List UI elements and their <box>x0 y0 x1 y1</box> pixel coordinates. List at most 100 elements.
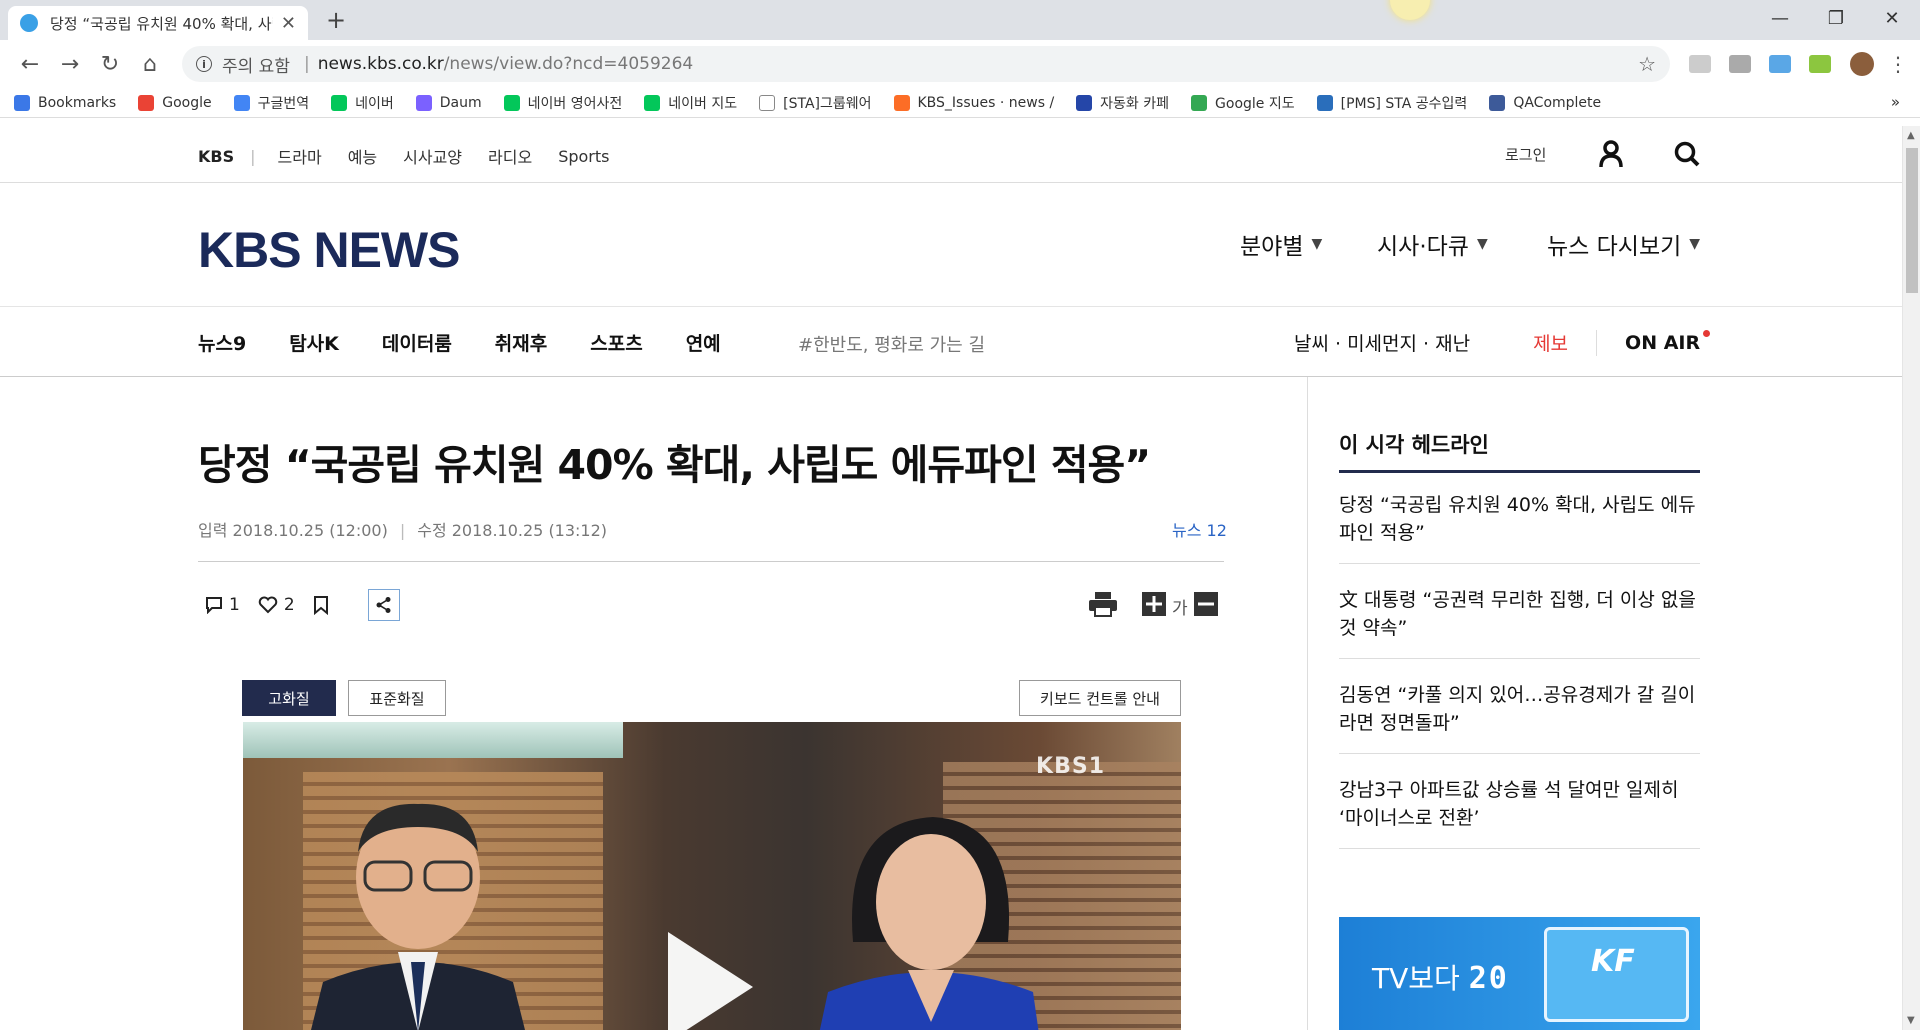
nav-link-entertainment[interactable]: 예능 <box>348 144 377 168</box>
scroll-up-icon[interactable]: ▲ <box>1907 130 1915 141</box>
bookmark-item[interactable]: 네이버 지도 <box>644 93 737 113</box>
user-icon[interactable] <box>1598 140 1624 172</box>
play-icon[interactable] <box>668 932 753 1030</box>
browser-tab[interactable]: 당정 “국공립 유치원 40% 확대, 사립도 에듀파인 적용” - KBS 뉴… <box>8 6 308 40</box>
page-scrollbar[interactable]: ▲ ▼ <box>1902 126 1920 1030</box>
bookmark-star-icon[interactable]: ☆ <box>1638 52 1656 76</box>
forward-icon[interactable]: → <box>52 46 88 82</box>
ad-text: TV보다 20 <box>1372 961 1509 996</box>
heart-icon <box>258 596 278 614</box>
bookmark-item[interactable]: 네이버 <box>331 93 394 113</box>
bookmarks-bar: Bookmarks Google 구글번역 네이버 Daum 네이버 영어사전 네이버 지도… <box>0 88 1920 118</box>
address-bar[interactable]: i 주의 요함 | news.kbs.co.kr/news/view.do?nc… <box>182 46 1670 82</box>
bookmark-label: [STA]그룹웨어 <box>783 95 872 112</box>
headline-item[interactable]: 강남3구 아파트값 상승률 석 달여만 일제히 ‘마이너스로 전환’ <box>1339 776 1700 849</box>
menu-replay[interactable]: 뉴스 다시보기 ▼ <box>1547 227 1700 261</box>
chevron-down-icon: ▼ <box>1311 236 1323 252</box>
home-icon[interactable]: ⌂ <box>132 46 168 82</box>
bookmark-item[interactable]: Bookmarks <box>14 94 116 111</box>
onair-link[interactable]: ON AIR <box>1625 329 1711 354</box>
quality-hd-button[interactable]: 고화질 <box>242 680 336 716</box>
extension-icon-4[interactable] <box>1809 55 1831 73</box>
url-text[interactable]: news.kbs.co.kr/news/view.do?ncd=4059264 <box>318 54 1638 74</box>
bookmark-item[interactable]: QAComplete <box>1489 94 1601 111</box>
kbs-news-logo[interactable]: KBS NEWS <box>198 221 460 279</box>
print-icon[interactable] <box>1088 591 1118 621</box>
weather-link[interactable]: 날씨 · 미세먼지 · 재난 <box>1294 329 1470 356</box>
bookmark-item[interactable]: KBS_Issues · news / <box>893 94 1054 111</box>
extension-icon-3[interactable] <box>1769 55 1791 73</box>
scrollbar-thumb[interactable] <box>1906 148 1918 293</box>
headline-item[interactable]: 당정 “국공립 유치원 40% 확대, 사립도 에듀파인 적용” <box>1339 491 1700 564</box>
close-tab-icon[interactable]: ✕ <box>281 13 296 34</box>
report-link[interactable]: 제보 <box>1533 329 1568 356</box>
bookmark-label: 네이버 <box>355 95 394 112</box>
subnav-tamsak[interactable]: 탐사K <box>289 329 339 356</box>
bookmark-item[interactable]: [PMS] STA 공수입력 <box>1316 93 1467 113</box>
bookmark-item[interactable]: Google 지도 <box>1191 93 1295 113</box>
restore-icon[interactable]: ❐ <box>1808 0 1864 36</box>
video-person-right <box>819 817 1039 1030</box>
nav-link-sports[interactable]: Sports <box>558 147 609 166</box>
new-tab-icon[interactable]: + <box>326 6 346 34</box>
news-category-link[interactable]: 뉴스 12 <box>1172 517 1227 541</box>
nav-link-radio[interactable]: 라디오 <box>488 144 532 168</box>
hashtag-link[interactable]: #한반도, 평화로 가는 길 <box>798 331 985 357</box>
nav-link-drama[interactable]: 드라마 <box>278 144 322 168</box>
bookmark-button[interactable] <box>313 595 335 615</box>
bookmark-item[interactable]: 구글번역 <box>233 93 309 113</box>
bookmark-label: 네이버 영어사전 <box>527 95 623 112</box>
back-icon[interactable]: ← <box>12 46 48 82</box>
comment-icon <box>206 597 222 614</box>
font-size-label: 가 <box>1172 598 1188 619</box>
font-increase-icon[interactable] <box>1142 592 1166 620</box>
keyboard-guide-button[interactable]: 키보드 컨트롤 안내 <box>1019 680 1181 716</box>
search-icon[interactable] <box>1673 140 1701 172</box>
headline-item[interactable]: 김동연 “카풀 의지 있어…공유경제가 갈 길이라면 정면돌파” <box>1339 681 1700 754</box>
bookmark-item[interactable]: 자동화 카페 <box>1076 93 1169 113</box>
page-viewport: KBS | 드라마 예능 시사교양 라디오 Sports 로그인 KBS NEW… <box>0 126 1902 1030</box>
scroll-down-icon[interactable]: ▼ <box>1907 1015 1915 1026</box>
bookmarks-more-icon[interactable]: » <box>1891 93 1900 111</box>
subnav-dataroom[interactable]: 데이터룸 <box>382 329 452 356</box>
like-button[interactable]: 2 <box>258 595 295 615</box>
video-player[interactable]: KBS1 <box>243 722 1181 1030</box>
reload-icon[interactable]: ↻ <box>92 46 128 82</box>
comment-button[interactable]: 1 <box>205 595 240 615</box>
quality-sd-button[interactable]: 표준화질 <box>348 680 446 716</box>
chevron-down-icon: ▼ <box>1476 236 1488 252</box>
extension-icon-2[interactable] <box>1729 55 1751 73</box>
sun-decoration <box>1390 0 1430 20</box>
article-title: 당정 “국공립 유치원 40% 확대, 사립도 에듀파인 적용” <box>198 441 1151 489</box>
share-button[interactable] <box>367 589 400 621</box>
bookmark-item[interactable]: 네이버 영어사전 <box>503 93 623 113</box>
subnav-news9[interactable]: 뉴스9 <box>198 329 246 356</box>
translate-icon <box>233 94 250 111</box>
bookmark-item[interactable]: Google <box>138 94 212 111</box>
menu-category[interactable]: 분야별 ▼ <box>1240 227 1322 261</box>
extension-icon-1[interactable] <box>1689 55 1711 73</box>
sidebar-heading: 이 시각 헤드라인 <box>1339 433 1489 457</box>
bookmark-item[interactable]: [STA]그룹웨어 <box>759 93 872 113</box>
close-window-icon[interactable]: ✕ <box>1864 0 1920 36</box>
nav-link-culture[interactable]: 시사교양 <box>403 144 462 168</box>
minimize-icon[interactable]: — <box>1752 0 1808 36</box>
kf-advertisement-banner[interactable]: TV보다 20 KF <box>1339 917 1700 1030</box>
menu-current-affairs[interactable]: 시사·다큐 ▼ <box>1377 227 1488 261</box>
headline-item[interactable]: 文 대통령 “공권력 무리한 집행, 더 이상 없을 것 약속” <box>1339 586 1700 659</box>
gitlab-icon <box>893 94 910 111</box>
profile-avatar[interactable] <box>1850 52 1874 76</box>
login-link[interactable]: 로그인 <box>1505 144 1546 165</box>
info-icon[interactable]: i <box>196 56 212 72</box>
article-meta: 입력 2018.10.25 (12:00) | 수정 2018.10.25 (13:… <box>198 521 608 540</box>
kbs-brand-link[interactable]: KBS <box>198 147 234 166</box>
tab-title: 당정 “국공립 유치원 40% 확대, 사립도 에듀파인 적용” - KBS 뉴… <box>50 14 273 33</box>
subnav-entertainment[interactable]: 연예 <box>686 329 721 356</box>
bookmark-item[interactable]: Daum <box>415 94 482 111</box>
subnav-sports[interactable]: 스포츠 <box>590 329 642 356</box>
bookmark-label: Daum <box>439 94 482 111</box>
share-icon <box>376 597 391 613</box>
menu-kebab-icon[interactable]: ⋮ <box>1888 52 1908 76</box>
subnav-after-coverage[interactable]: 취재후 <box>495 329 547 356</box>
font-decrease-icon[interactable] <box>1193 592 1218 620</box>
